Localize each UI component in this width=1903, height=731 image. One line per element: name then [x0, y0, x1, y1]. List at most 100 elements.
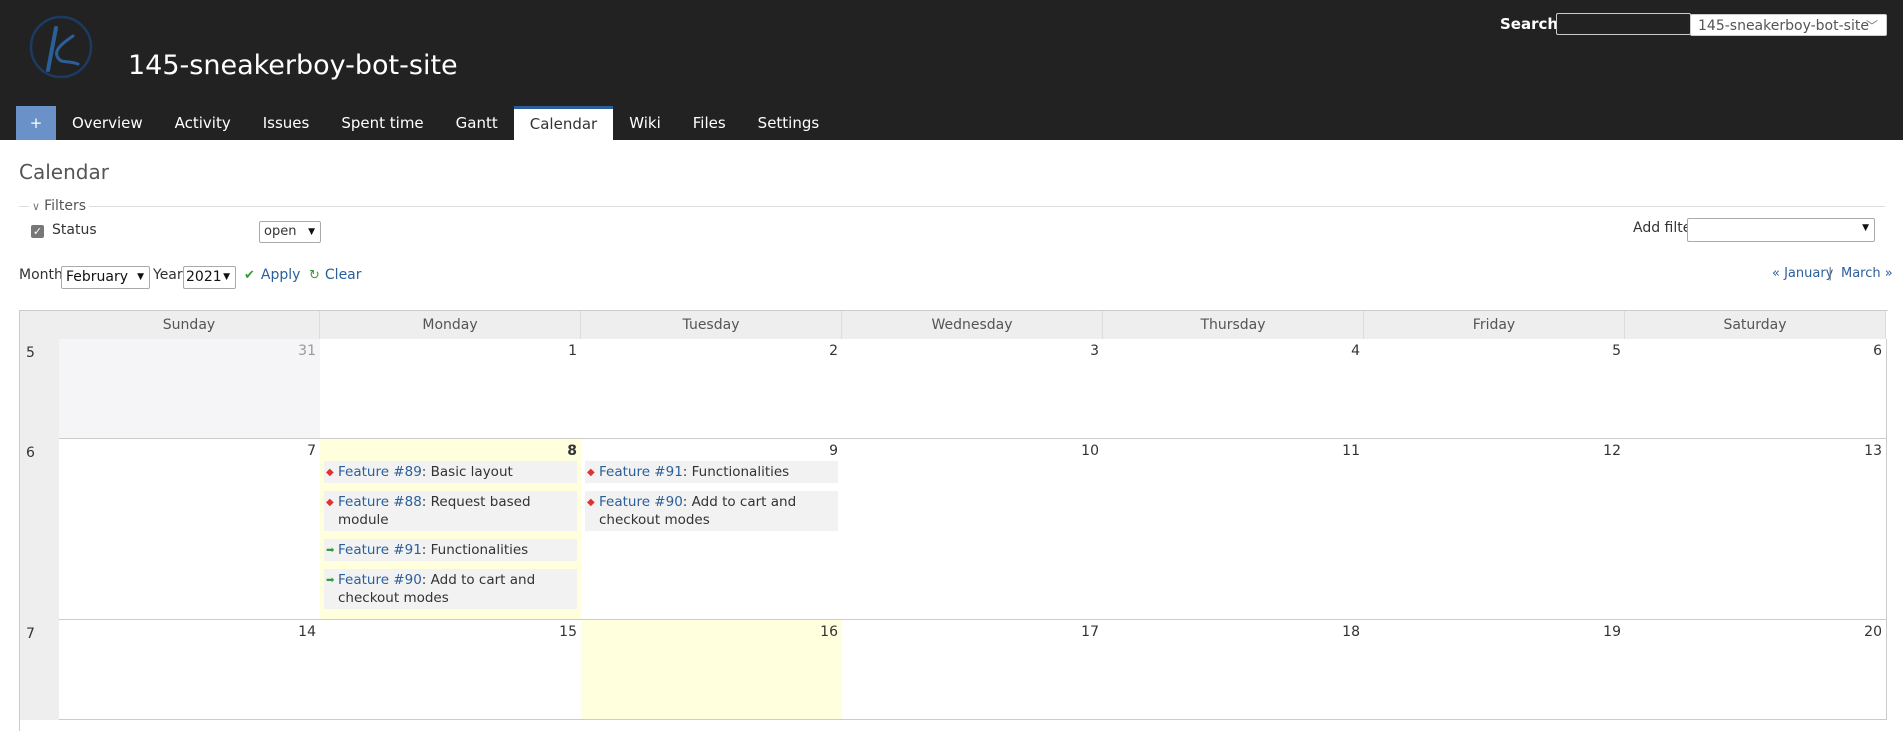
calendar-grid: Sunday Monday Tuesday Wednesday Thursday…: [19, 310, 1888, 731]
week-number: 6: [26, 445, 35, 461]
tab-gantt[interactable]: Gantt: [440, 106, 514, 140]
tab-activity[interactable]: Activity: [159, 106, 247, 140]
issue-link[interactable]: Feature #88: [338, 494, 422, 510]
day-cell: 5: [1364, 339, 1626, 439]
status-checkbox[interactable]: ✓: [31, 225, 44, 238]
day-number: 3: [1090, 343, 1099, 359]
year-label: Year: [153, 267, 183, 283]
day-number: 7: [307, 443, 316, 459]
filters-toggle[interactable]: ∨ Filters: [29, 198, 90, 214]
status-operator-select[interactable]: open ▼: [259, 221, 321, 243]
top-header: 145-sneakerboy-bot-site Search: 145-snea…: [0, 0, 1903, 143]
day-cell: 19: [1364, 620, 1626, 720]
day-cell: 9 ◆ Feature #91: Functionalities ◆ Feature…: [581, 439, 843, 620]
day-number: 9: [829, 443, 838, 459]
page-title: Calendar: [19, 160, 109, 184]
filters-divider: [19, 206, 1885, 207]
issue-start-icon: ◆: [326, 467, 334, 478]
day-number: 14: [298, 624, 316, 640]
new-object-button[interactable]: +: [16, 106, 56, 140]
tab-settings[interactable]: Settings: [742, 106, 836, 140]
day-cell: 7: [59, 439, 321, 620]
logo-icon[interactable]: [28, 14, 94, 80]
issue-link[interactable]: Feature #91: [338, 542, 422, 558]
tab-wiki[interactable]: Wiki: [613, 106, 677, 140]
reload-icon: ↻: [309, 268, 320, 283]
header-thursday: Thursday: [1103, 311, 1364, 339]
search-input[interactable]: [1556, 13, 1691, 35]
apply-button[interactable]: ✔ Apply: [244, 267, 300, 283]
tab-calendar[interactable]: Calendar: [513, 106, 614, 143]
day-number: 31: [298, 343, 316, 359]
day-number: 4: [1351, 343, 1360, 359]
day-cell: 3: [842, 339, 1104, 439]
day-cell: 11: [1103, 439, 1365, 620]
dropdown-arrow-icon: ▼: [223, 272, 230, 282]
calendar-issue[interactable]: ◆ Feature #91: Functionalities: [585, 461, 838, 483]
project-jump-select[interactable]: 145-sneakerboy-bot-site ﹀: [1690, 14, 1887, 36]
month-nav-separator: |: [1828, 266, 1833, 281]
calendar-issue[interactable]: ➡ Feature #91: Functionalities: [324, 539, 577, 561]
calendar-issue[interactable]: ◆ Feature #90: Add to cart and checkout m…: [585, 491, 838, 531]
day-cell-today: 8 ◆ Feature #89: Basic layout ◆ Feature #8…: [320, 439, 582, 620]
add-filter-select[interactable]: ▼: [1687, 218, 1875, 242]
day-number: 10: [1081, 443, 1099, 459]
day-number: 1: [568, 343, 577, 359]
status-operator-value: open: [264, 224, 297, 239]
tab-files[interactable]: Files: [677, 106, 742, 140]
month-value: February: [66, 269, 129, 285]
week-number: 7: [26, 626, 35, 642]
arrow-left-icon: ◆: [587, 467, 595, 478]
day-number: 20: [1864, 624, 1882, 640]
chevron-down-icon: ∨: [32, 200, 41, 213]
day-cell: 12: [1364, 439, 1626, 620]
day-number: 18: [1342, 624, 1360, 640]
day-cell: 4: [1103, 339, 1365, 439]
project-jump-value: 145-sneakerboy-bot-site: [1698, 18, 1869, 34]
next-month-link[interactable]: March »: [1841, 266, 1893, 281]
issue-link[interactable]: Feature #90: [599, 494, 683, 510]
issue-title: : Functionalities: [421, 542, 529, 558]
week-gutter: 5: [20, 339, 59, 439]
header-saturday: Saturday: [1625, 311, 1886, 339]
day-number: 16: [820, 624, 838, 640]
previous-month-link[interactable]: « January: [1772, 266, 1833, 281]
month-label: Month: [19, 267, 63, 283]
calendar-issue[interactable]: ◆ Feature #89: Basic layout: [324, 461, 577, 483]
day-cell: 13: [1625, 439, 1887, 620]
tab-spent-time[interactable]: Spent time: [325, 106, 439, 140]
filters-legend-label: Filters: [44, 198, 87, 214]
day-number: 17: [1081, 624, 1099, 640]
day-cell: 15: [320, 620, 582, 720]
tab-issues[interactable]: Issues: [247, 106, 326, 140]
day-cell: 14: [59, 620, 321, 720]
dropdown-arrow-icon: ▼: [308, 227, 315, 237]
arrow-right-icon: ➡: [326, 575, 335, 586]
day-number: 19: [1603, 624, 1621, 640]
day-number: 5: [1612, 343, 1621, 359]
calendar-issue[interactable]: ◆ Feature #88: Request based module: [324, 491, 577, 531]
issue-link[interactable]: Feature #90: [338, 572, 422, 588]
week-gutter: 7: [20, 620, 59, 720]
day-number: 12: [1603, 443, 1621, 459]
week-number: 5: [26, 345, 35, 361]
day-number: 11: [1342, 443, 1360, 459]
day-cell: 1: [320, 339, 582, 439]
month-select[interactable]: February ▼: [61, 266, 150, 289]
calendar-issue[interactable]: ➡ Feature #90: Add to cart and checkout m…: [324, 569, 577, 609]
header-gutter: [20, 311, 59, 339]
year-select[interactable]: 2021 ▼: [183, 266, 236, 289]
dropdown-arrow-icon: ▼: [1862, 223, 1869, 233]
issue-link[interactable]: Feature #91: [599, 464, 683, 480]
year-value: 2021: [186, 269, 222, 285]
clear-button[interactable]: ↻ Clear: [309, 267, 362, 283]
day-cell: 18: [1103, 620, 1365, 720]
day-cell: 16: [581, 620, 843, 720]
issue-title: : Basic layout: [421, 464, 513, 480]
day-cell: 31: [59, 339, 321, 439]
issue-link[interactable]: Feature #89: [338, 464, 422, 480]
day-number: 15: [559, 624, 577, 640]
header-sunday: Sunday: [59, 311, 320, 339]
tab-overview[interactable]: Overview: [56, 106, 159, 140]
arrow-left-icon: ◆: [587, 497, 595, 508]
